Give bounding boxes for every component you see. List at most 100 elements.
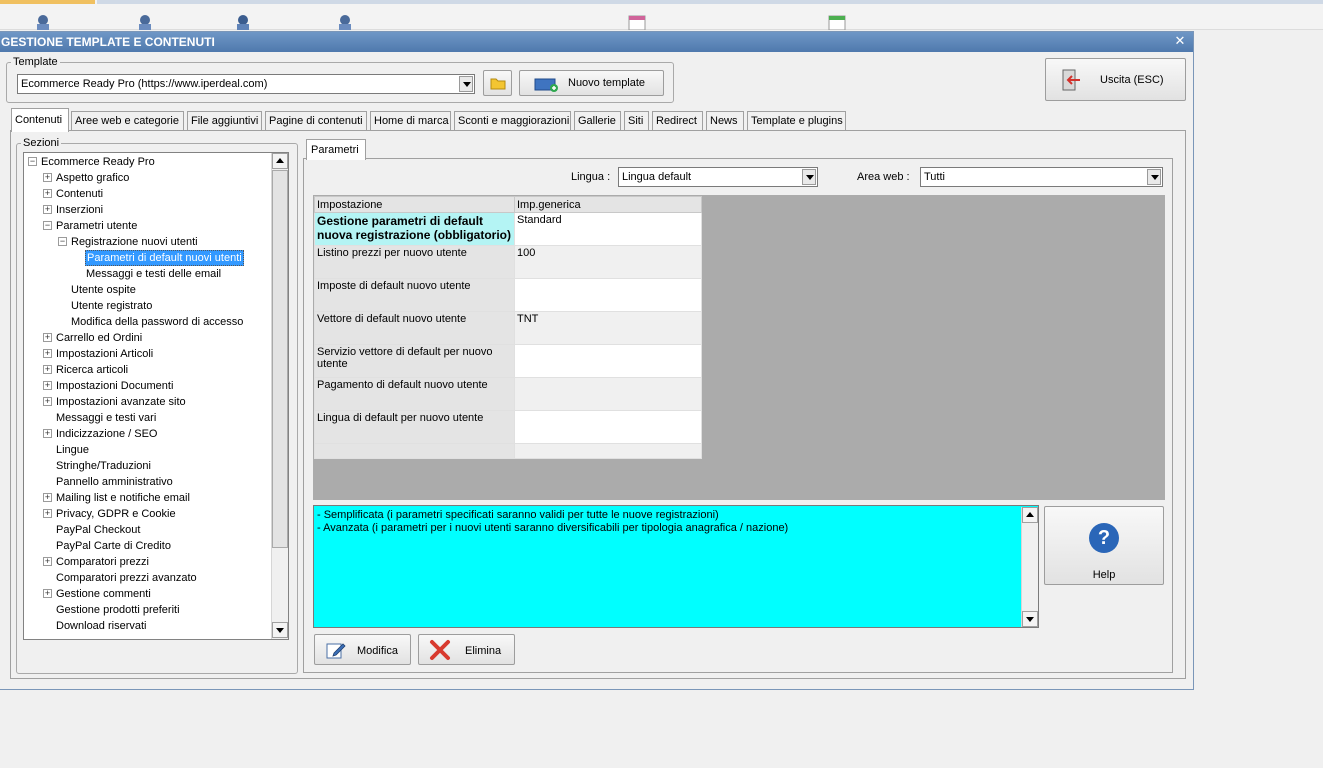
tree-item[interactable]: PayPal Carte di Credito [24, 538, 270, 554]
scroll-up-icon[interactable] [1022, 507, 1038, 523]
value-cell-empty[interactable] [514, 443, 702, 459]
help-button[interactable]: ? Help [1044, 506, 1164, 585]
tab-gallerie[interactable]: Gallerie [574, 111, 621, 131]
value-cell[interactable] [514, 344, 702, 378]
setting-cell[interactable]: Vettore di default nuovo utente [314, 311, 515, 345]
tree-item[interactable]: + Gestione commenti [24, 586, 270, 602]
expand-icon[interactable]: + [43, 333, 52, 342]
tree-item[interactable]: Utente ospite [24, 282, 270, 298]
tree-item[interactable]: + Inserzioni [24, 202, 270, 218]
tree-item[interactable]: Gestione prodotti preferiti [24, 602, 270, 618]
expand-icon[interactable]: + [43, 397, 52, 406]
tree-item[interactable]: − Registrazione nuovi utenti [24, 234, 270, 250]
column-header-setting[interactable]: Impostazione [314, 196, 515, 213]
expand-icon[interactable]: + [43, 349, 52, 358]
setting-cell[interactable]: Gestione parametri di default nuova regi… [314, 212, 515, 246]
table-row[interactable]: Gestione parametri di default nuova regi… [314, 212, 702, 246]
table-row[interactable]: Vettore di default nuovo utente TNT [314, 311, 702, 345]
tab-home-marca[interactable]: Home di marca [370, 111, 451, 131]
tree-item[interactable]: Lingue [24, 442, 270, 458]
user-group-icon[interactable] [136, 14, 154, 30]
tree-item[interactable]: Comparatori prezzi avanzato [24, 570, 270, 586]
tree-item[interactable]: PayPal Checkout [24, 522, 270, 538]
setting-cell[interactable]: Pagamento di default nuovo utente [314, 377, 515, 411]
expand-icon[interactable]: + [43, 429, 52, 438]
chevron-down-icon[interactable] [459, 76, 473, 92]
tree-item[interactable]: − Parametri utente [24, 218, 270, 234]
tab-template-plugins[interactable]: Template e plugins [747, 111, 846, 131]
expand-icon[interactable]: + [43, 509, 52, 518]
tree-item[interactable]: + Aspetto grafico [24, 170, 270, 186]
tree-item[interactable]: + Ricerca articoli [24, 362, 270, 378]
chevron-down-icon[interactable] [1147, 169, 1161, 185]
tree-item[interactable]: Messaggi e testi vari [24, 410, 270, 426]
table-row[interactable]: Listino prezzi per nuovo utente 100 [314, 245, 702, 279]
setting-cell[interactable]: Lingua di default per nuovo utente [314, 410, 515, 444]
expand-icon[interactable]: + [43, 173, 52, 182]
window-pink-icon[interactable] [628, 14, 646, 30]
value-cell[interactable] [514, 410, 702, 444]
new-template-button[interactable]: Nuovo template [519, 70, 664, 96]
expand-icon[interactable]: + [43, 381, 52, 390]
expand-icon[interactable]: + [43, 589, 52, 598]
chevron-down-icon[interactable] [802, 169, 816, 185]
tree-item[interactable]: Parametri di default nuovi utenti [24, 250, 270, 266]
value-cell[interactable] [514, 377, 702, 411]
description-scrollbar[interactable] [1021, 507, 1038, 627]
expand-icon[interactable]: + [43, 189, 52, 198]
tree-item[interactable]: + Carrello ed Ordini [24, 330, 270, 346]
tab-contenuti[interactable]: Contenuti [11, 108, 69, 132]
user-key-icon[interactable] [336, 14, 354, 30]
value-cell[interactable] [514, 278, 702, 312]
open-folder-button[interactable] [483, 70, 512, 96]
tree-item[interactable]: Messaggi e testi delle email [24, 266, 270, 282]
tree-item[interactable]: − Ecommerce Ready Pro [24, 154, 270, 170]
delete-button[interactable]: Elimina [418, 634, 515, 665]
tab-aree-web[interactable]: Aree web e categorie [71, 111, 184, 131]
setting-cell-empty[interactable] [314, 443, 515, 459]
sections-tree[interactable]: − Ecommerce Ready Pro + Aspetto grafico + Con… [23, 152, 289, 640]
tree-item[interactable]: + Privacy, GDPR e Cookie [24, 506, 270, 522]
description-box[interactable]: - Semplificata (i parametri specificati … [313, 505, 1039, 628]
scroll-down-icon[interactable] [272, 622, 288, 638]
tree-item[interactable]: + Mailing list e notifiche email [24, 490, 270, 506]
user-settings-icon[interactable] [234, 14, 252, 30]
tab-parametri[interactable]: Parametri [306, 139, 366, 160]
scroll-up-icon[interactable] [272, 153, 288, 169]
settings-grid[interactable]: Impostazione Imp.generica Gestione param… [313, 195, 1165, 500]
tree-item[interactable]: Modifica della password di accesso [24, 314, 270, 330]
tree-item[interactable]: + Impostazioni avanzate sito [24, 394, 270, 410]
modify-button[interactable]: Modifica [314, 634, 411, 665]
tree-item[interactable]: + Indicizzazione / SEO [24, 426, 270, 442]
table-row[interactable]: Servizio vettore di default per nuovo ut… [314, 344, 702, 378]
tab-siti[interactable]: Siti [624, 111, 649, 131]
table-row-empty[interactable] [314, 443, 702, 459]
user-icon[interactable] [34, 14, 52, 30]
tab-sconti[interactable]: Sconti e maggiorazioni [454, 111, 571, 131]
expand-icon[interactable]: + [43, 557, 52, 566]
tree-scrollbar[interactable] [271, 153, 288, 639]
tree-item[interactable]: + Comparatori prezzi [24, 554, 270, 570]
area-web-select[interactable]: Tutti [920, 167, 1163, 187]
table-row[interactable]: Imposte di default nuovo utente [314, 278, 702, 312]
tree-item[interactable]: Utente registrato [24, 298, 270, 314]
setting-cell[interactable]: Servizio vettore di default per nuovo ut… [314, 344, 515, 378]
lingua-select[interactable]: Lingua default [618, 167, 818, 187]
setting-cell[interactable]: Imposte di default nuovo utente [314, 278, 515, 312]
tree-item[interactable]: + Impostazioni Articoli [24, 346, 270, 362]
window-green-icon[interactable] [828, 14, 846, 30]
close-icon[interactable]: ✕ [1173, 34, 1187, 48]
value-cell[interactable]: Standard [514, 212, 702, 246]
collapse-icon[interactable]: − [58, 237, 67, 246]
scroll-thumb[interactable] [272, 170, 288, 548]
tree-item[interactable]: Download riservati [24, 618, 270, 634]
tab-pagine-contenuti[interactable]: Pagine di contenuti [265, 111, 367, 131]
setting-cell[interactable]: Listino prezzi per nuovo utente [314, 245, 515, 279]
exit-button[interactable]: Uscita (ESC) [1045, 58, 1186, 101]
table-row[interactable]: Lingua di default per nuovo utente [314, 410, 702, 444]
expand-icon[interactable]: + [43, 493, 52, 502]
tab-file-aggiuntivi[interactable]: File aggiuntivi [187, 111, 262, 131]
collapse-icon[interactable]: − [43, 221, 52, 230]
collapse-icon[interactable]: − [28, 157, 37, 166]
tree-item[interactable]: Stringhe/Traduzioni [24, 458, 270, 474]
